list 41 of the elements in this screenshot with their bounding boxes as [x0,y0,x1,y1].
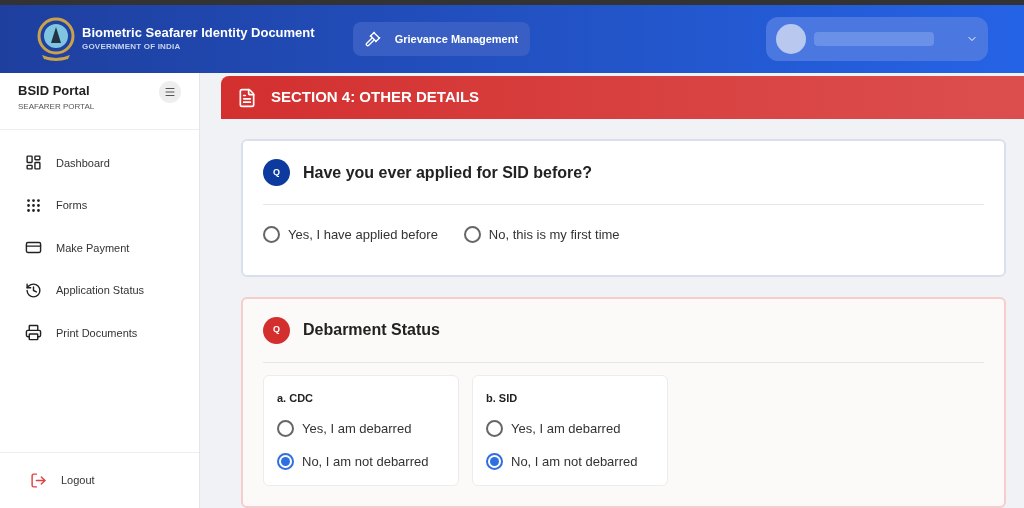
question-badge: Q [263,159,290,186]
section-title: SECTION 4: OTHER DETAILS [271,87,480,108]
radio-option[interactable]: No, I am not debarred [277,451,445,471]
sidebar-title: BSID Portal [18,82,91,100]
radio-option[interactable]: No, I am not debarred [486,451,654,471]
menu-toggle-button[interactable] [159,81,181,103]
radio-option[interactable]: No, this is my first time [463,225,620,245]
option-label: No, I am not debarred [511,452,638,471]
history-icon [25,281,42,299]
radio-option[interactable]: Yes, I am debarred [277,419,445,439]
sidebar-item[interactable]: Print Documents [0,311,199,354]
sidebar-item[interactable]: Dashboard [0,141,199,184]
option-label: Yes, I am debarred [511,420,621,438]
question-badge: Q [263,316,290,344]
question-title: Have you ever applied for SID before? [303,162,592,183]
gavel-icon [364,31,381,47]
sidebar-subtitle: SEAFARER PORTAL [18,100,95,113]
option-label: Yes, I have applied before [288,226,438,244]
logout-link[interactable]: Logout [30,472,95,489]
option-label: Yes, I am debarred [302,420,412,438]
grievance-button[interactable]: Grievance Management [352,22,531,56]
group-label: b. SID [486,390,519,406]
radio-option[interactable]: Yes, I have applied before [263,225,438,245]
printer-icon [25,324,42,342]
document-icon [237,87,257,108]
logout-icon [30,472,47,489]
option-label: No, this is my first time [488,226,620,244]
header-subtitle: GOVERNMENT OF INDIA [82,41,182,53]
menu-icon [164,86,176,98]
sidebar-item[interactable]: Application Status [0,269,199,312]
avatar-placeholder [776,24,806,54]
grid-icon [25,196,42,214]
sidebar-item[interactable]: Make Payment [0,226,199,269]
sidebar-item[interactable]: Forms [0,184,199,227]
question-title: Debarment Status [303,320,440,340]
option-label: No, I am not debarred [302,452,429,471]
radio-option[interactable]: Yes, I am debarred [486,419,654,439]
dashboard-icon [25,154,42,172]
group-label: a. CDC [277,390,315,406]
header-title: Biometric Seafarer Identity Document [82,25,315,41]
emblem-icon [36,17,76,61]
